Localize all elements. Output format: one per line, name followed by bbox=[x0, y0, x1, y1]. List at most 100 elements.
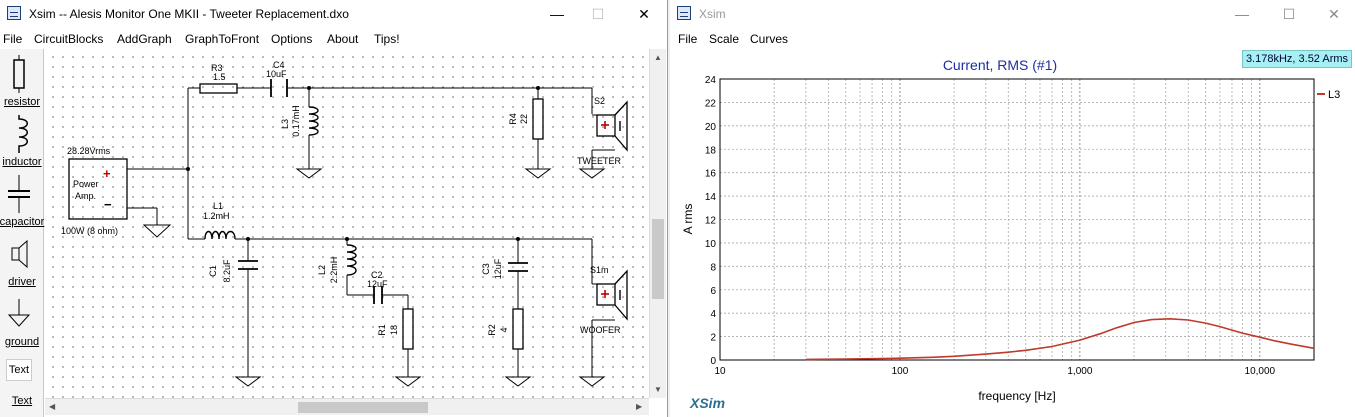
palette-label-resistor[interactable]: resistor bbox=[0, 96, 48, 108]
menu-graphtofront[interactable]: GraphToFront bbox=[185, 32, 259, 46]
y-tick-label: 22 bbox=[705, 98, 717, 109]
c1-value: 8.2uF bbox=[222, 259, 232, 283]
legend-label-l3: L3 bbox=[1328, 89, 1340, 101]
s2-label: TWEETER bbox=[577, 156, 621, 166]
ground-symbol bbox=[578, 168, 606, 179]
resistor-icon bbox=[13, 55, 25, 93]
menu-options[interactable]: Options bbox=[271, 32, 312, 46]
driver-icon bbox=[11, 239, 28, 269]
horizontal-scrollbar[interactable]: ◀ ▶ bbox=[45, 398, 649, 415]
minimize-button[interactable]: — bbox=[545, 4, 569, 24]
y-tick-label: 6 bbox=[710, 286, 716, 297]
y-tick-label: 16 bbox=[705, 169, 717, 180]
woofer-s1-cone bbox=[614, 269, 628, 321]
chart-grid bbox=[720, 79, 1314, 360]
scroll-down-icon[interactable]: ▼ bbox=[654, 385, 662, 394]
amp-voltage: 28.28Vrms bbox=[67, 146, 111, 156]
ground-symbol bbox=[578, 376, 606, 387]
resistor-r3[interactable] bbox=[199, 83, 238, 94]
vertical-scroll-thumb[interactable] bbox=[652, 219, 664, 299]
schematic-canvas[interactable]: R3 1.5 C4 10uF L3 0.17mH R4 22 S2 TWEETE… bbox=[45, 49, 649, 398]
vertical-scrollbar[interactable]: ▲ ▼ bbox=[649, 49, 666, 398]
amp-name-line1: Power bbox=[73, 179, 99, 189]
inductor-l1[interactable] bbox=[204, 230, 236, 240]
amp-minus: − bbox=[104, 197, 112, 212]
ground-symbol bbox=[524, 168, 552, 179]
xsim-brand: XSim bbox=[689, 395, 725, 411]
y-axis-label: A rms bbox=[681, 204, 695, 235]
y-tick-label: 12 bbox=[705, 216, 717, 227]
amp-plus: + bbox=[103, 166, 111, 181]
app-icon bbox=[7, 6, 21, 20]
y-tick-label: 20 bbox=[705, 122, 717, 133]
ground-symbol bbox=[394, 376, 422, 387]
resistor-r1[interactable] bbox=[402, 308, 414, 350]
scroll-left-icon[interactable]: ◀ bbox=[49, 402, 55, 411]
r1-value: 18 bbox=[389, 325, 399, 335]
maximize-button[interactable]: ☐ bbox=[586, 4, 610, 24]
palette-label-ground[interactable]: ground bbox=[0, 336, 48, 348]
menu-file[interactable]: File bbox=[3, 32, 22, 46]
r1-name: R1 bbox=[377, 324, 387, 336]
y-tick-label: 4 bbox=[710, 309, 716, 320]
ground-symbol bbox=[295, 168, 323, 179]
window-title: Xsim bbox=[699, 7, 726, 21]
resistor-r2[interactable] bbox=[512, 308, 524, 350]
scroll-up-icon[interactable]: ▲ bbox=[654, 53, 662, 62]
c4-value: 10uF bbox=[266, 69, 287, 79]
s1-name: S1m bbox=[590, 265, 609, 275]
y-axis-ticks: 024681012141618202224 bbox=[705, 75, 717, 367]
inductor-l2[interactable] bbox=[346, 244, 357, 276]
amp-power: 100W (8 ohm) bbox=[61, 226, 118, 236]
resistor-r4[interactable] bbox=[532, 98, 544, 140]
text-tool-button[interactable]: Text bbox=[6, 359, 32, 381]
palette-label-inductor[interactable]: inductor bbox=[0, 156, 48, 168]
component-palette: resistor inductor capacitor driver groun… bbox=[0, 49, 44, 417]
l1-value: 1.2mH bbox=[203, 211, 230, 221]
circuit-diagram: R3 1.5 C4 10uF L3 0.17mH R4 22 S2 TWEETE… bbox=[61, 60, 628, 387]
s1-label: WOOFER bbox=[580, 325, 621, 335]
y-tick-label: 14 bbox=[705, 192, 717, 203]
inductor-icon bbox=[18, 115, 28, 153]
s2-name: S2 bbox=[594, 96, 605, 106]
y-tick-label: 8 bbox=[710, 262, 716, 273]
close-button[interactable]: ✕ bbox=[632, 4, 656, 24]
horizontal-scroll-thumb[interactable] bbox=[298, 402, 428, 413]
maximize-button[interactable]: ☐ bbox=[1277, 4, 1301, 24]
r4-value: 22 bbox=[519, 114, 529, 124]
scroll-right-icon[interactable]: ▶ bbox=[636, 402, 642, 411]
x-axis-ticks: 10 100 1,000 10,000 bbox=[714, 366, 1275, 377]
current-rms-chart[interactable]: Current, RMS (#1) 024681012141618202224 … bbox=[670, 49, 1355, 417]
r3-value: 1.5 bbox=[213, 72, 226, 82]
menu-circuitblocks[interactable]: CircuitBlocks bbox=[34, 32, 103, 46]
palette-label-driver[interactable]: driver bbox=[0, 276, 48, 288]
palette-label-text[interactable]: Text bbox=[0, 395, 48, 407]
c3-value: 12uF bbox=[493, 258, 503, 279]
graph-window: Xsim — ☐ ✕ File Scale Curves 3.178kHz, 3… bbox=[670, 0, 1355, 417]
menu-tips[interactable]: Tips! bbox=[374, 32, 400, 46]
minimize-button[interactable]: — bbox=[1230, 4, 1254, 24]
c3-name: C3 bbox=[481, 263, 491, 275]
x-tick-label: 10,000 bbox=[1245, 366, 1276, 377]
app-icon bbox=[677, 6, 691, 20]
title-bar[interactable]: Xsim -- Alesis Monitor One MKII - Tweete… bbox=[0, 0, 667, 29]
capacitor-icon bbox=[8, 175, 30, 213]
l3-name: L3 bbox=[280, 119, 290, 129]
palette-label-capacitor[interactable]: capacitor bbox=[0, 216, 48, 228]
menu-about[interactable]: About bbox=[327, 32, 358, 46]
x-tick-label: 10 bbox=[714, 366, 726, 377]
ground-symbol bbox=[142, 224, 172, 238]
close-button[interactable]: ✕ bbox=[1322, 4, 1346, 24]
r4-name: R4 bbox=[508, 113, 518, 125]
menu-curves[interactable]: Curves bbox=[750, 32, 788, 46]
l2-value: 2.2mH bbox=[329, 257, 339, 284]
menu-addgraph[interactable]: AddGraph bbox=[117, 32, 172, 46]
l3-value: 0.17mH bbox=[291, 105, 301, 137]
window-title: Xsim -- Alesis Monitor One MKII - Tweete… bbox=[29, 7, 349, 21]
inductor-l3[interactable] bbox=[308, 106, 319, 136]
menu-scale[interactable]: Scale bbox=[709, 32, 739, 46]
title-bar[interactable]: Xsim — ☐ ✕ bbox=[670, 0, 1355, 29]
power-amp-block[interactable] bbox=[68, 158, 128, 220]
y-tick-label: 10 bbox=[705, 239, 717, 250]
menu-file[interactable]: File bbox=[678, 32, 697, 46]
